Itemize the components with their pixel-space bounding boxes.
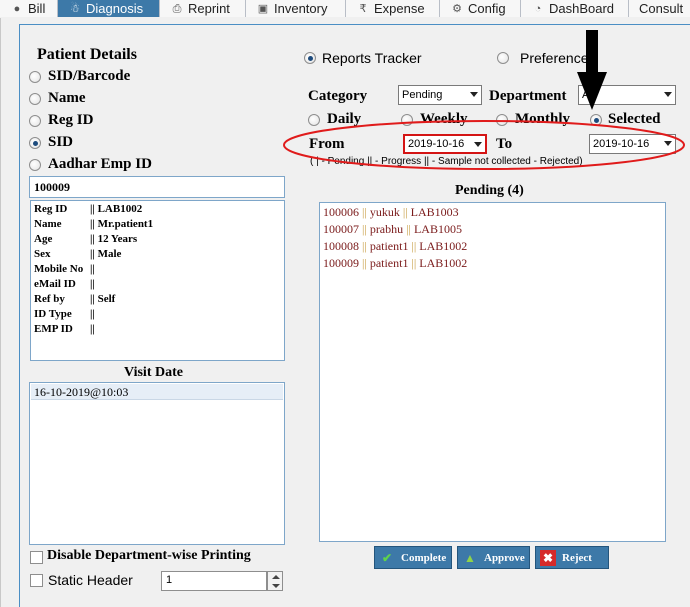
annotation-overlay	[283, 30, 685, 170]
annotation-ellipse	[283, 120, 685, 170]
annotation-arrow-icon	[577, 30, 607, 110]
